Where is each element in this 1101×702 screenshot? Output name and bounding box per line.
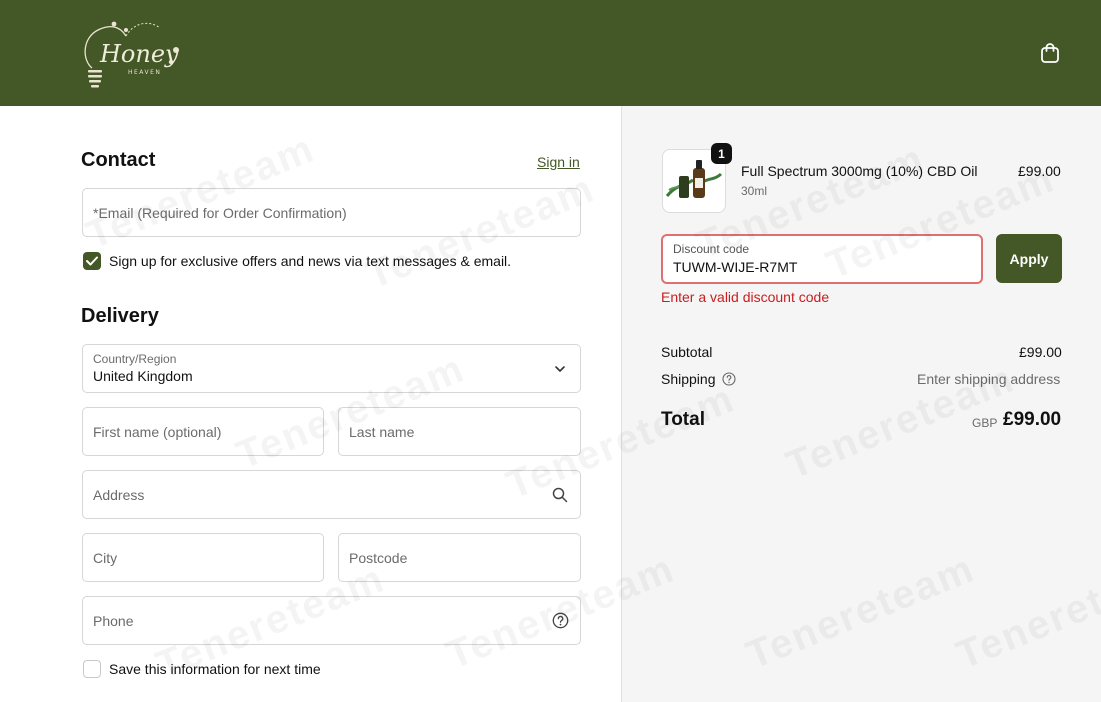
sign-in-link[interactable]: Sign in — [537, 154, 580, 170]
discount-code-value: TUWM-WIJE-R7MT — [673, 259, 798, 275]
logo-graphic: Honey HEAVEN — [84, 21, 179, 88]
phone-field[interactable]: Phone — [82, 596, 581, 645]
newsletter-checkbox[interactable] — [83, 252, 101, 270]
search-icon[interactable] — [551, 486, 569, 504]
product-price: £99.00 — [1018, 163, 1061, 179]
last-name-placeholder: Last name — [349, 424, 415, 440]
address-field[interactable]: Address — [82, 470, 581, 519]
country-label: Country/Region — [93, 352, 177, 366]
country-select[interactable]: Country/Region United Kingdom — [82, 344, 581, 393]
email-placeholder: *Email (Required for Order Confirmation) — [93, 205, 347, 221]
apply-discount-button[interactable]: Apply — [996, 234, 1062, 283]
site-header: Honey HEAVEN — [0, 0, 1101, 106]
cart-button[interactable] — [1036, 39, 1064, 67]
city-field[interactable]: City — [82, 533, 324, 582]
save-info-checkbox[interactable] — [83, 660, 101, 678]
check-icon — [86, 256, 98, 266]
logo-wordmark: Honey — [99, 40, 179, 68]
shopping-bag-icon — [1041, 43, 1059, 63]
product-name: Full Spectrum 3000mg (10%) CBD Oil — [741, 163, 978, 179]
total-value: £99.00 — [1003, 409, 1062, 430]
help-icon[interactable] — [551, 612, 569, 630]
address-placeholder: Address — [93, 487, 145, 503]
email-field[interactable]: *Email (Required for Order Confirmation) — [82, 188, 581, 237]
country-value: United Kingdom — [93, 368, 193, 384]
chevron-down-icon — [551, 360, 569, 378]
total-label: Total — [661, 409, 705, 430]
save-info-label: Save this information for next time — [109, 661, 321, 677]
phone-placeholder: Phone — [93, 613, 134, 629]
shipping-help-icon[interactable] — [722, 372, 736, 386]
discount-error-message: Enter a valid discount code — [661, 289, 830, 305]
subtotal-value: £99.00 — [1019, 344, 1062, 360]
subtotal-label: Subtotal — [661, 344, 713, 360]
postcode-field[interactable]: Postcode — [338, 533, 581, 582]
quantity-badge: 1 — [711, 143, 732, 164]
shipping-value: Enter shipping address — [917, 371, 1061, 387]
last-name-field[interactable]: Last name — [338, 407, 581, 456]
product-variant: 30ml — [741, 184, 768, 198]
postcode-placeholder: Postcode — [349, 550, 408, 566]
shipping-label: Shipping — [661, 371, 716, 387]
first-name-field[interactable]: First name (optional) — [82, 407, 324, 456]
honey-heaven-logo[interactable]: Honey HEAVEN — [80, 16, 186, 90]
discount-code-label: Discount code — [673, 242, 750, 256]
total-currency: GBP — [972, 416, 998, 430]
contact-heading: Contact — [81, 149, 156, 171]
delivery-heading: Delivery — [81, 305, 159, 327]
newsletter-label: Sign up for exclusive offers and news vi… — [109, 253, 512, 269]
city-placeholder: City — [93, 550, 118, 566]
logo-subtext: HEAVEN — [128, 69, 161, 76]
first-name-placeholder: First name (optional) — [93, 424, 222, 440]
discount-code-field[interactable]: Discount code TUWM-WIJE-R7MT — [661, 234, 983, 284]
